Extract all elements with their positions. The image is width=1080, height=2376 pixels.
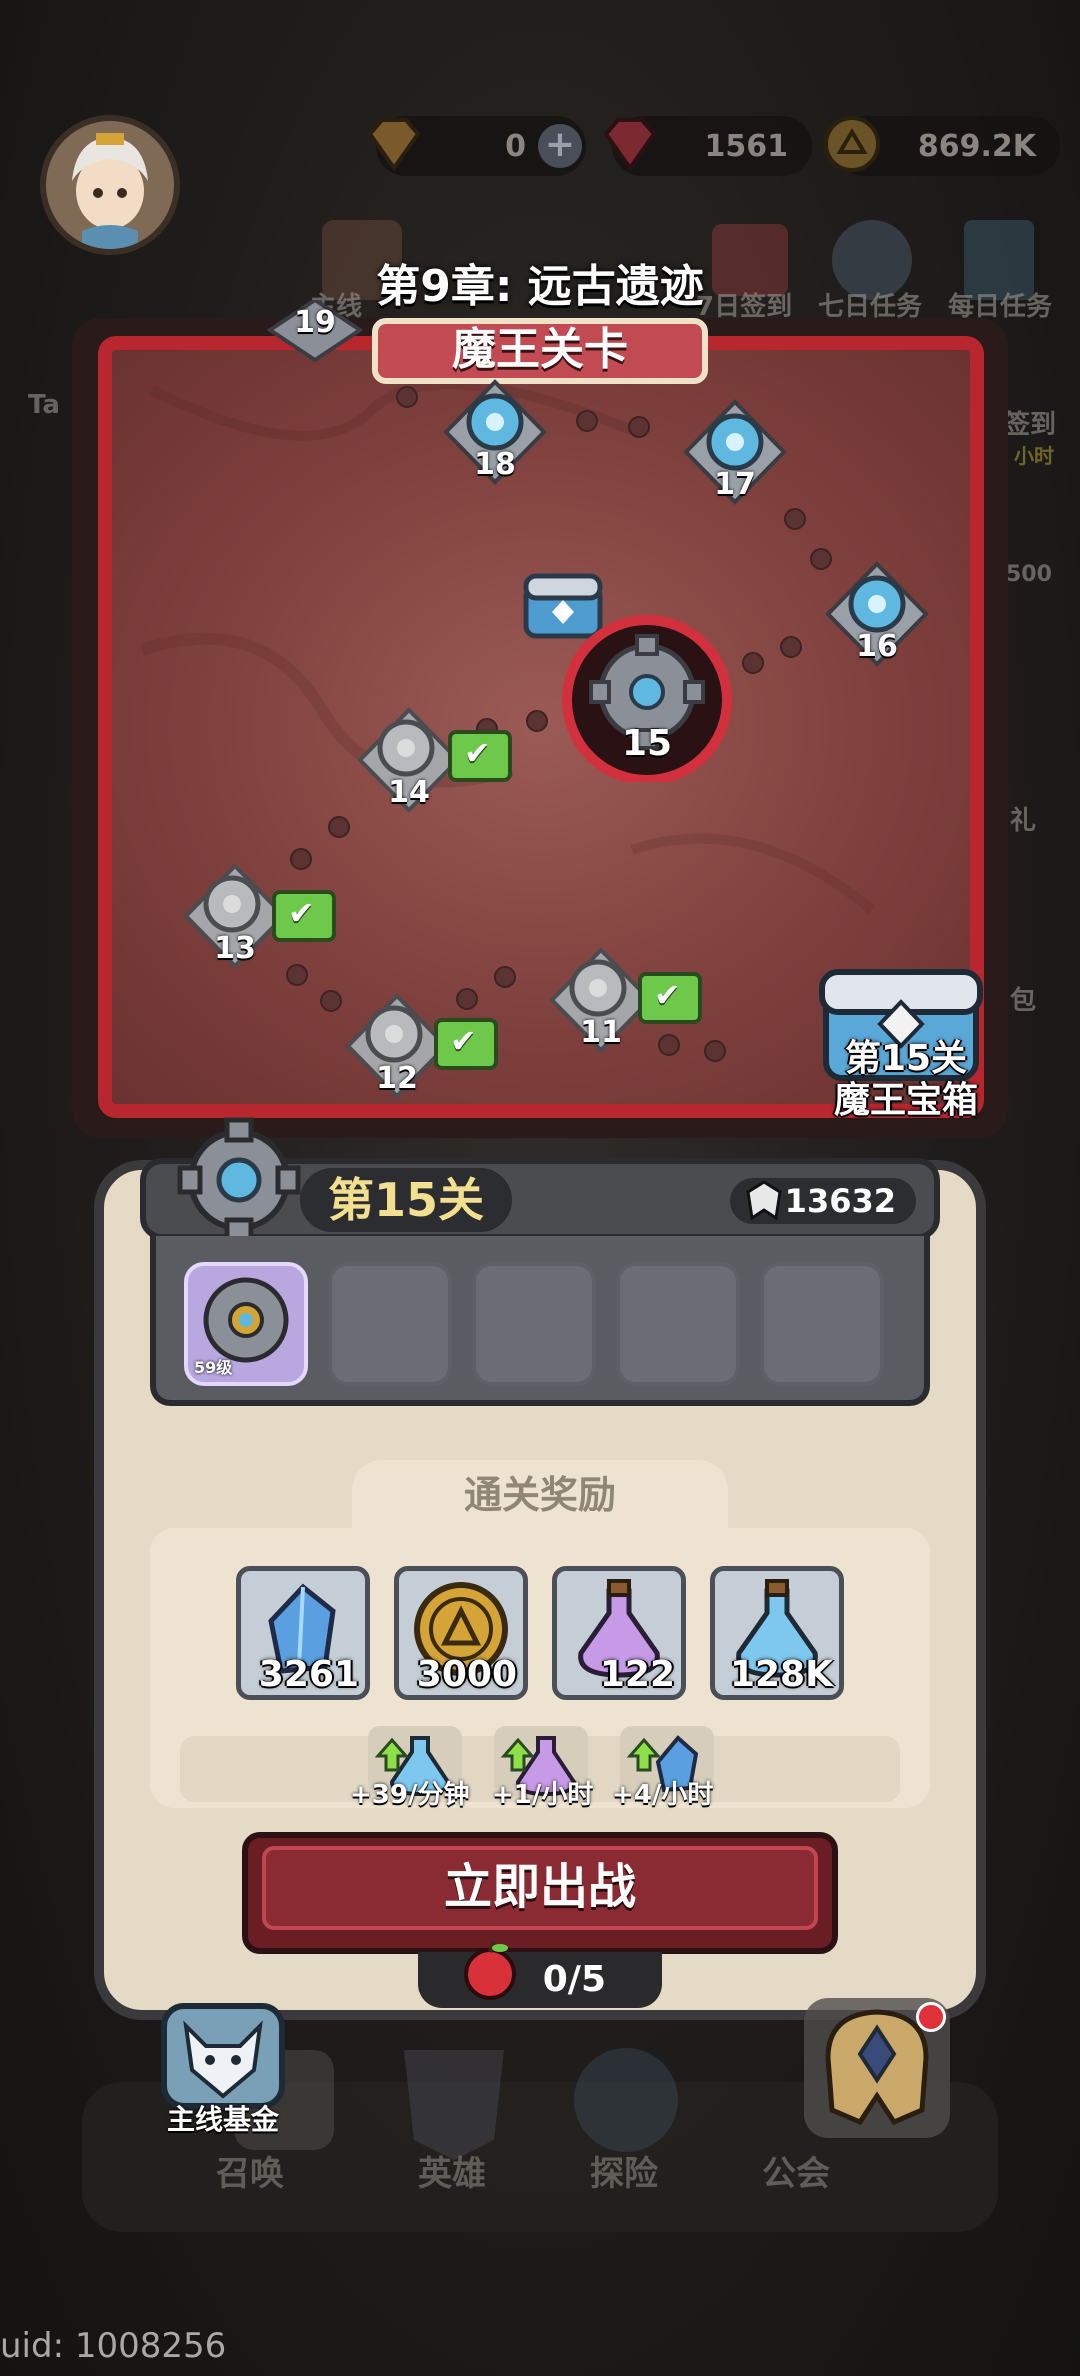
- tab-label: Ta: [28, 390, 60, 420]
- nav-explore-label: 探险: [590, 2154, 658, 2194]
- ruby-value: 1561: [704, 128, 789, 164]
- boss-chest-label-name: 魔王宝箱: [834, 1080, 979, 1121]
- nav-summon-label: 召唤: [216, 2154, 284, 2194]
- path-dot: [628, 416, 650, 438]
- cleared-check-icon: [638, 972, 702, 1024]
- hero-slot-empty[interactable]: [760, 1262, 884, 1386]
- hours-label: 小时: [1014, 444, 1054, 468]
- reward-count: 3261: [258, 1654, 359, 1695]
- bonus-text: +4/小时: [612, 1780, 714, 1810]
- stamina-counter: 0/5: [418, 1941, 662, 2008]
- chapter-title: 第9章: 远古遗迹: [376, 261, 704, 312]
- coin-icon: [824, 116, 880, 172]
- path-dot: [320, 990, 342, 1012]
- hero-slot-empty[interactable]: [616, 1262, 740, 1386]
- combat-power-value: 13632: [784, 1182, 896, 1220]
- path-dot: [290, 848, 312, 870]
- stamina-value: 0/5: [542, 1959, 606, 2000]
- ruby-counter: 1561: [603, 116, 812, 176]
- main-fund-button[interactable]: 主线基金: [156, 2000, 290, 2136]
- stage-number: 14: [388, 775, 430, 810]
- path-dot: [396, 386, 418, 408]
- path-dot: [704, 1040, 726, 1062]
- signin-label: 签到: [1004, 410, 1057, 440]
- reward-title: 通关奖励: [352, 1460, 728, 1530]
- stage-node-17[interactable]: 17: [680, 396, 790, 506]
- boss-level: 59级: [194, 1358, 233, 1377]
- nav-hero-label: 英雄: [418, 2154, 486, 2194]
- power-icon: [744, 1180, 784, 1232]
- stage-number: 19: [294, 305, 336, 340]
- stage-gear-icon: [176, 1114, 302, 1244]
- combat-power: 13632: [730, 1178, 916, 1224]
- cleared-check-icon: [448, 730, 512, 782]
- cleared-check-icon: [272, 890, 336, 942]
- stage-number: 17: [714, 467, 756, 502]
- path-dot: [780, 636, 802, 658]
- bonus-text: +39/分钟: [350, 1780, 470, 1810]
- stage-node-15-current[interactable]: 15: [552, 612, 742, 785]
- notification-dot: [916, 2002, 946, 2032]
- boss-chest-label-stage: 第15关: [844, 1038, 968, 1079]
- path-dot: [742, 652, 764, 674]
- reward-item-purple-potion[interactable]: 122: [552, 1566, 686, 1700]
- apple-icon: [458, 1938, 522, 2019]
- helmet-button[interactable]: [804, 1998, 950, 2138]
- stage-number: 18: [474, 447, 516, 482]
- path-dot: [456, 988, 478, 1010]
- stage-title: 第15关: [300, 1168, 513, 1232]
- path-dot: [784, 508, 806, 530]
- diamond-value: 0: [505, 128, 526, 164]
- ruby-icon: [603, 118, 657, 172]
- add-diamond-icon[interactable]: +: [538, 124, 582, 168]
- reward-item-coin[interactable]: 3000: [394, 1566, 528, 1700]
- main-fund-label: 主线基金: [166, 2103, 279, 2136]
- nav-guild-label: 公会: [762, 2154, 830, 2194]
- wolf-icon: [161, 2003, 285, 2109]
- reward-item-crystal[interactable]: 3261: [236, 1566, 370, 1700]
- player-avatar[interactable]: [40, 115, 180, 255]
- stage-number: 16: [856, 629, 898, 664]
- hero-slot-empty[interactable]: [472, 1262, 596, 1386]
- path-dot: [526, 710, 548, 732]
- reward-count: 122: [599, 1654, 675, 1695]
- count-label: 500: [1006, 562, 1052, 587]
- stage-node-19[interactable]: 19: [260, 297, 370, 410]
- boss-hero-slot[interactable]: 59级: [184, 1262, 308, 1386]
- diamond-icon: [367, 118, 421, 172]
- diamond-counter: 0 +: [367, 116, 586, 176]
- reward-count: 128K: [729, 1654, 833, 1695]
- reward-item-blue-potion[interactable]: 128K: [710, 1566, 844, 1700]
- path-dot: [576, 410, 598, 432]
- path-dot: [658, 1034, 680, 1056]
- path-dot: [328, 816, 350, 838]
- stage-number: 15: [621, 723, 673, 764]
- bonus-text: +1/小时: [492, 1780, 594, 1810]
- hero-slot-empty[interactable]: [328, 1262, 452, 1386]
- path-dot: [494, 966, 516, 988]
- boss-stage-banner: 魔王关卡: [372, 318, 708, 384]
- gift-label: 礼: [1010, 806, 1037, 836]
- reward-count: 3000: [416, 1654, 517, 1695]
- stage-node-16[interactable]: 16: [822, 558, 932, 668]
- user-id: uid: 1008256: [0, 2326, 227, 2366]
- coin-value: 869.2K: [917, 128, 1036, 164]
- coin-counter: 869.2K: [824, 116, 1060, 176]
- fight-button[interactable]: 立即出战: [262, 1846, 818, 1930]
- pack-label: 包: [1010, 986, 1037, 1016]
- stage-node-18[interactable]: 18: [440, 376, 550, 486]
- boss-chest-label: 第15关 魔王宝箱: [834, 1038, 978, 1122]
- cleared-check-icon: [434, 1018, 498, 1070]
